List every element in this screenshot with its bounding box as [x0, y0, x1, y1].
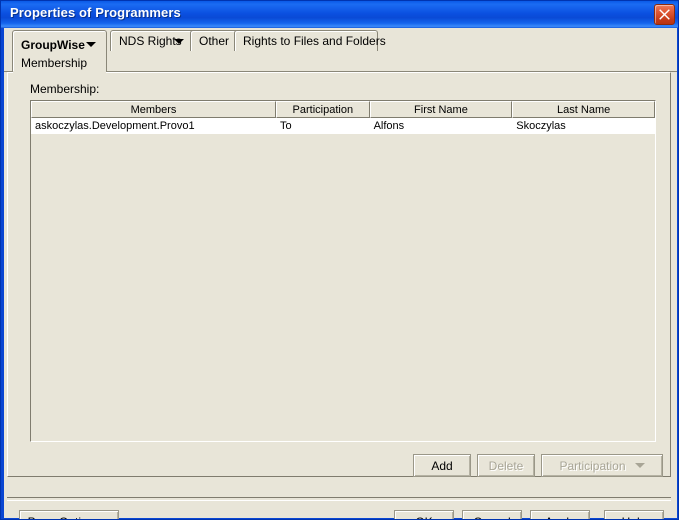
- chevron-down-icon[interactable]: [174, 39, 184, 44]
- tab-rights-to-files-and-folders-label: Rights to Files and Folders: [243, 34, 386, 48]
- tab-groupwise[interactable]: GroupWise Membership: [12, 30, 107, 72]
- page-options-button[interactable]: Page Options...: [19, 510, 119, 520]
- help-button-label: Help: [622, 515, 647, 520]
- cell-first-name: Alfons: [373, 120, 405, 132]
- tab-other-label: Other: [199, 34, 230, 48]
- membership-list[interactable]: Members Participation First Name Last Na…: [30, 100, 656, 442]
- dialog-client-area: GroupWise Membership NDS Rights Other Ri…: [4, 28, 677, 520]
- participation-button: Participation: [541, 454, 663, 477]
- footer-divider: [7, 497, 671, 501]
- title-bar[interactable]: Properties of Programmers: [1, 1, 678, 28]
- column-header-participation[interactable]: Participation: [276, 101, 370, 118]
- column-header-last-name[interactable]: Last Name: [512, 101, 655, 118]
- tab-strip: GroupWise Membership NDS Rights Other Ri…: [4, 28, 677, 73]
- chevron-down-icon[interactable]: [86, 42, 96, 47]
- apply-button-label: Apply: [545, 515, 575, 520]
- ok-button-label: OK: [415, 515, 432, 520]
- close-icon[interactable]: [654, 4, 675, 25]
- page-options-button-label: Page Options...: [28, 515, 111, 520]
- column-header-first-name[interactable]: First Name: [369, 101, 513, 118]
- tab-groupwise-sublabel: Membership: [21, 56, 88, 70]
- tab-nds-rights[interactable]: NDS Rights: [110, 30, 196, 51]
- cell-members: askoczylas.Development.Provo1: [35, 120, 195, 132]
- tab-groupwise-label: GroupWise: [21, 38, 85, 52]
- close-glyph: [659, 9, 670, 20]
- cell-participation: To: [280, 120, 292, 132]
- delete-button-label: Delete: [488, 458, 524, 473]
- membership-page-panel: Membership: Members Participation First …: [7, 72, 671, 477]
- tab-nds-rights-label: NDS Rights: [119, 34, 182, 48]
- membership-label: Membership:: [30, 82, 100, 96]
- list-header-row: Members Participation First Name Last Na…: [31, 101, 655, 118]
- window-title: Properties of Programmers: [10, 5, 181, 20]
- participation-button-label: Participation: [559, 458, 626, 473]
- delete-button: Delete: [477, 454, 535, 477]
- help-button[interactable]: Help: [604, 510, 664, 520]
- properties-dialog-window: Properties of Programmers GroupWise Memb…: [0, 0, 679, 520]
- cancel-button-label: Cancel: [473, 515, 510, 520]
- tab-other[interactable]: Other: [190, 30, 240, 51]
- table-row[interactable]: askoczylas.Development.Provo1 To Alfons …: [31, 118, 655, 134]
- cancel-button[interactable]: Cancel: [462, 510, 522, 520]
- add-button[interactable]: Add: [413, 454, 471, 477]
- ok-button[interactable]: OK: [394, 510, 454, 520]
- cell-last-name: Skoczylas: [516, 120, 566, 132]
- apply-button[interactable]: Apply: [530, 510, 590, 520]
- active-tab-mask: [13, 71, 106, 73]
- column-header-members[interactable]: Members: [31, 101, 277, 118]
- chevron-down-icon: [634, 463, 645, 468]
- add-button-label: Add: [431, 458, 453, 473]
- tab-rights-to-files-and-folders[interactable]: Rights to Files and Folders: [234, 30, 386, 51]
- list-rows-area: askoczylas.Development.Provo1 To Alfons …: [31, 118, 655, 441]
